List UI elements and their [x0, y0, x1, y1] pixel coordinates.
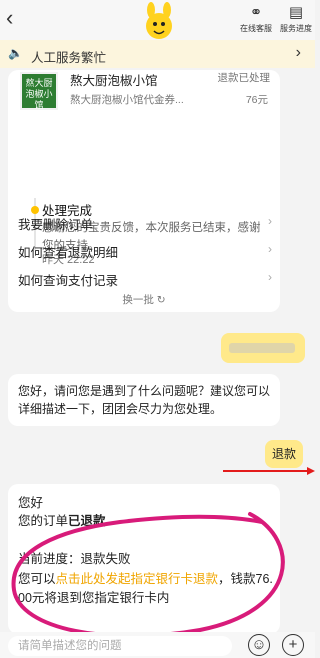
reply-order: 您的订单已退款 — [18, 514, 106, 528]
speaker-icon: 🔈 — [8, 46, 23, 60]
chevron-right-icon: › — [268, 270, 272, 284]
refresh-button[interactable]: 换一批 ↻ — [8, 292, 280, 307]
headset-icon: ⚭ — [249, 4, 263, 21]
user-message-blurred — [221, 333, 305, 363]
bot-message: 您好，请问您是遇到了什么问题呢？建议您可以详细描述一下，团团会尽力为您处理。 — [8, 374, 280, 426]
back-icon[interactable]: ‹ — [6, 6, 13, 30]
shop-name: 熬大厨泡椒小馆 — [70, 74, 158, 88]
order-price: 76元 — [245, 94, 268, 106]
message-input[interactable]: 请简单描述您的问题 — [8, 636, 232, 656]
order-item: 熬大厨泡椒小馆代金券... — [70, 94, 184, 106]
document-icon: ▤ — [288, 4, 304, 21]
annotation-arrow — [223, 467, 315, 475]
bot-reply: 您好 您的订单已退款 当前进度：退款失败 您可以点击此处发起指定银行卡退款，钱款… — [8, 484, 280, 634]
order-status: 退款已处理 — [217, 72, 271, 84]
refresh-icon: ↻ — [156, 294, 166, 306]
faq-item[interactable]: 我要删除订单 › — [18, 214, 272, 233]
top-bar: ‹ ⚭ 在线客服 ▤ 服务进度 — [0, 0, 315, 40]
bottom-bar: 请简单描述您的问题 ☺ + — [0, 632, 315, 658]
chevron-right-icon: › — [268, 242, 272, 256]
faq-item[interactable]: 如何查询支付记录 › — [18, 270, 272, 289]
shop-logo: 熬大厨泡椒小馆 — [20, 72, 58, 110]
user-message-refund: 退款 — [265, 440, 303, 468]
progress-dot — [31, 206, 39, 214]
online-service-button[interactable]: ⚭ 在线客服 — [236, 3, 276, 34]
chevron-right-icon: › — [268, 214, 272, 228]
plus-icon[interactable]: + — [282, 634, 304, 656]
bank-card-refund-link[interactable]: 点击此处发起指定银行卡退款 — [56, 572, 219, 586]
reply-hint: 您可以点击此处发起指定银行卡退款，钱款76. — [18, 572, 273, 586]
bot-message-text: 您好，请问您是遇到了什么问题呢？建议您可以详细描述一下，团团会尽力为您处理。 — [18, 384, 271, 416]
chevron-right-icon: › — [295, 44, 301, 61]
notice-bar[interactable]: 🔈 人工服务繁忙 › — [0, 40, 315, 68]
reply-progress: 当前进度：退款失败 — [18, 552, 131, 566]
order-card: 熬大厨泡椒小馆 熬大厨泡椒小馆 熬大厨泡椒小馆代金券... 退款已处理 76元 … — [8, 70, 280, 312]
emoji-icon[interactable]: ☺ — [248, 634, 270, 656]
mascot-icon — [146, 2, 172, 39]
reply-greeting: 您好 — [18, 496, 44, 510]
service-progress-button[interactable]: ▤ 服务进度 — [276, 3, 316, 34]
notice-text: 人工服务繁忙 — [31, 51, 107, 65]
faq-item[interactable]: 如何查看退款明细 › — [18, 242, 272, 261]
reply-hint-line2: 00元将退到您指定银行卡内 — [18, 591, 170, 605]
blurred-text — [229, 343, 295, 353]
